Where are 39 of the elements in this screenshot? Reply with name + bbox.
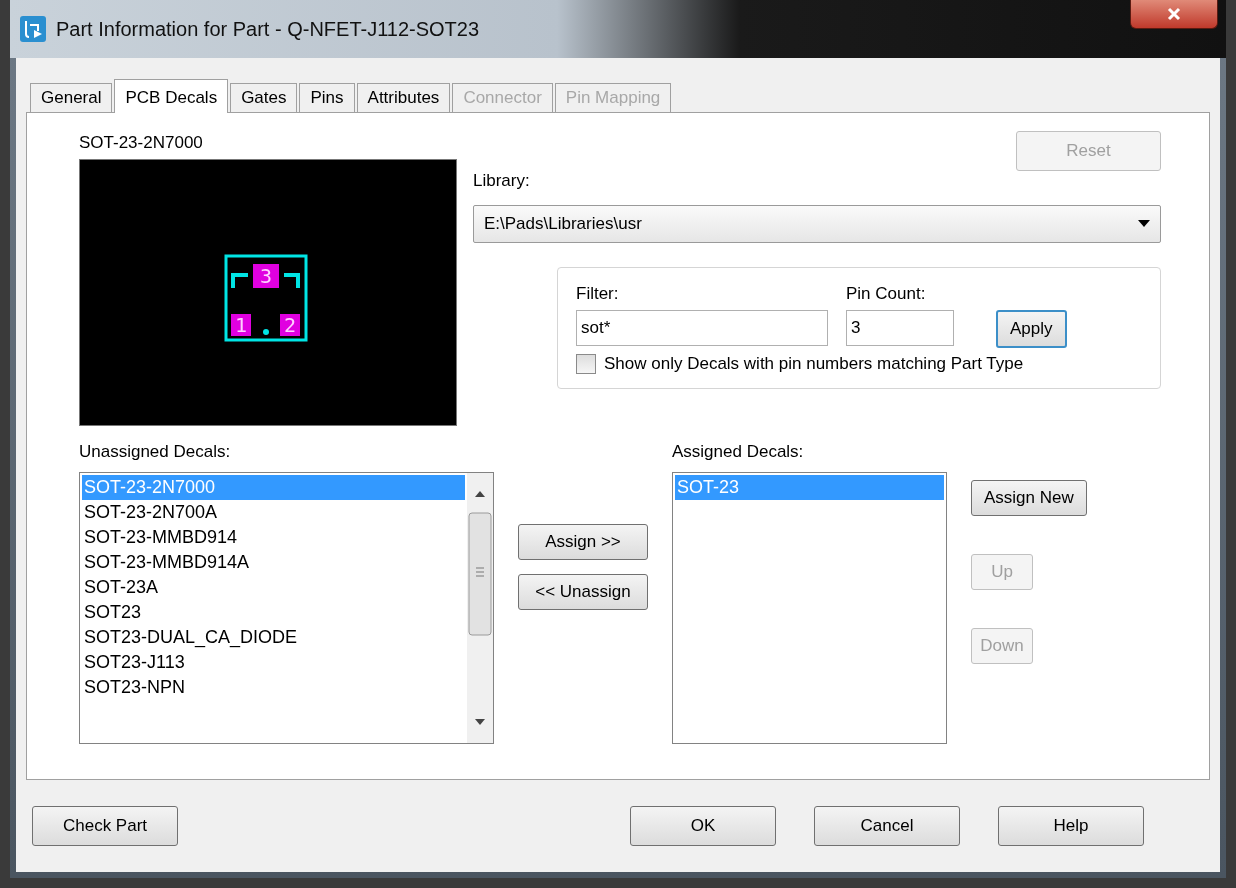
- scrollbar[interactable]: [467, 473, 493, 743]
- dialog-button[interactable]: Cancel: [814, 806, 960, 846]
- list-label: Unassigned Decals:: [79, 442, 232, 462]
- tab[interactable]: Attributes: [356, 83, 451, 112]
- list-item[interactable]: SOT23-DUAL_CA_DIODE: [82, 625, 465, 650]
- checkbox[interactable]: [576, 354, 596, 374]
- field-label: Pin Count:: [846, 284, 927, 304]
- tab[interactable]: General: [30, 83, 113, 112]
- close-icon: [1166, 7, 1182, 21]
- list-label: Assigned Decals:: [672, 442, 805, 462]
- footprint-drawing: 3 1 2: [224, 254, 308, 342]
- checkbox-label: Show only Decals with pin numbers matching Part Type: [604, 354, 1024, 374]
- dialog-button[interactable]: Help: [998, 806, 1144, 846]
- tab[interactable]: Pins: [299, 83, 355, 112]
- field-label: Library:: [473, 171, 531, 191]
- check-part-button[interactable]: Check Part: [32, 806, 178, 846]
- move-button[interactable]: Assign >>: [518, 524, 648, 560]
- pin-count-field[interactable]: 3: [846, 310, 954, 346]
- side-button[interactable]: Assign New: [971, 480, 1087, 516]
- field-label: Filter:: [576, 284, 620, 304]
- dialog-button[interactable]: OK: [630, 806, 776, 846]
- list-item[interactable]: SOT23-NPN: [82, 675, 465, 700]
- library-dropdown[interactable]: E:\Pads\Libraries\usr: [473, 205, 1161, 243]
- list-item[interactable]: SOT-23-MMBD914: [82, 525, 465, 550]
- list-item[interactable]: SOT23-J113: [82, 650, 465, 675]
- list-item[interactable]: SOT-23-MMBD914A: [82, 550, 465, 575]
- close-button[interactable]: [1130, 0, 1218, 29]
- list-item[interactable]: SOT-23-2N700A: [82, 500, 465, 525]
- list-item[interactable]: SOT-23A: [82, 575, 465, 600]
- window-title: Part Information for Part - Q-NFET-J112-SOT23: [56, 17, 481, 41]
- caret-icon: [1138, 220, 1150, 228]
- list-item[interactable]: SOT23: [82, 600, 465, 625]
- tab[interactable]: Gates: [230, 83, 298, 112]
- move-button[interactable]: << Unassign: [518, 574, 648, 610]
- apply-button[interactable]: Apply: [996, 310, 1067, 348]
- filter-field[interactable]: sot*: [576, 310, 828, 346]
- tab[interactable]: PCB Decals: [114, 79, 229, 113]
- decal-name: SOT-23-2N7000: [79, 133, 204, 153]
- app-icon: [20, 16, 46, 42]
